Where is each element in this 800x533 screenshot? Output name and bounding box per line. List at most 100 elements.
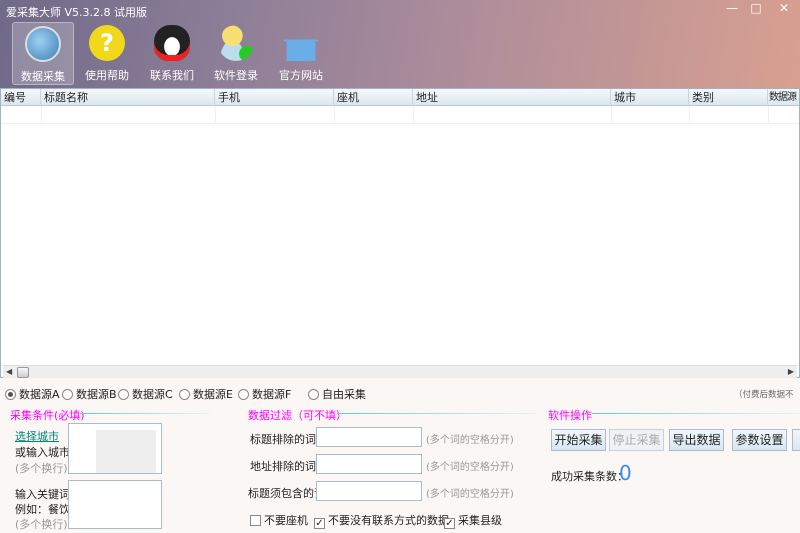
no-landline-checkbox[interactable]: 不要座机 [250, 512, 308, 528]
title-exclude-hint: (多个词的空格分开) [426, 435, 514, 446]
keyword-label: 输入关键词 [15, 488, 70, 501]
scroll-right-icon[interactable]: ▶ [788, 367, 794, 376]
select-city-link[interactable]: 选择城市 [15, 428, 59, 444]
radio-label: 自由采集 [322, 388, 366, 401]
toolbar-label: 联系我们 [150, 69, 194, 82]
toolbar-label: 数据采集 [21, 70, 65, 83]
keyword-example: 例如：餐饮 [15, 503, 70, 516]
col-mobile[interactable]: 手机 [215, 89, 334, 106]
divider [80, 413, 210, 414]
col-phone[interactable]: 座机 [334, 89, 413, 106]
col-id[interactable]: 编号 [1, 89, 41, 106]
keyword-input[interactable] [68, 480, 162, 529]
start-button[interactable]: 开始采集 [551, 429, 606, 451]
checkmark-icon: ✓ [444, 518, 455, 529]
radio-icon [308, 389, 319, 400]
col-source[interactable]: 数据源 [768, 89, 799, 106]
radio-icon [238, 389, 249, 400]
horizontal-scrollbar[interactable]: ◀ ▶ [3, 365, 797, 378]
window-title: 爱采集大师 V5.3.2.8 试用版 [6, 6, 148, 19]
toolbar-label: 软件登录 [214, 69, 258, 82]
divider [337, 413, 537, 414]
radio-icon [5, 389, 16, 400]
scroll-thumb[interactable] [17, 367, 29, 378]
radio-icon [179, 389, 190, 400]
checkbox-label: 采集县级 [458, 514, 502, 527]
stop-button[interactable]: 停止采集 [609, 429, 664, 451]
cell-divider [413, 106, 414, 124]
cell-divider [334, 106, 335, 124]
toolbar-data-collect[interactable]: 数据采集 [12, 22, 74, 85]
cell-divider [768, 106, 769, 124]
checkbox-label: 不要没有联系方式的数据 [328, 514, 449, 527]
source-f-radio[interactable]: 数据源F [238, 386, 291, 402]
toolbar-website[interactable]: 官方网站 [270, 22, 332, 85]
cell-divider [689, 106, 690, 124]
success-label: 成功采集条数： [551, 470, 628, 483]
header: 爱采集大师 V5.3.2.8 试用版 — □ ✕ 数据采集 ? 使用帮助 联系我… [0, 0, 800, 88]
title-include-label: 标题须包含的词 [248, 487, 325, 500]
toolbar-help[interactable]: ? 使用帮助 [76, 22, 138, 85]
conditions-title: 采集条件(必填) [10, 409, 85, 422]
cell-divider [215, 106, 216, 124]
col-title[interactable]: 标题名称 [41, 89, 215, 106]
toolbar-label: 使用帮助 [85, 69, 129, 82]
home-icon [283, 25, 319, 61]
settings-button[interactable]: 参数设置 [732, 429, 787, 451]
col-address[interactable]: 地址 [413, 89, 611, 106]
source-b-radio[interactable]: 数据源B [62, 386, 117, 402]
globe-icon [25, 26, 61, 62]
success-count: 0 [619, 461, 632, 485]
address-exclude-input[interactable] [316, 454, 422, 474]
help-icon: ? [89, 25, 125, 61]
source-e-radio[interactable]: 数据源E [179, 386, 233, 402]
no-contact-checkbox[interactable]: ✓ 不要没有联系方式的数据 [314, 512, 449, 529]
or-input-city-label: 或输入城市 [15, 446, 70, 459]
toolbar-label: 官方网站 [279, 69, 323, 82]
title-exclude-input[interactable] [316, 427, 422, 447]
results-table[interactable]: 编号 标题名称 手机 座机 地址 城市 类别 数据源 ◀ ▶ [0, 88, 800, 378]
multi-line-hint: (多个换行) [15, 462, 68, 475]
export-button[interactable]: 导出数据 [669, 429, 724, 451]
checkbox-label: 不要座机 [264, 514, 308, 527]
radio-label: 数据源C [132, 388, 173, 401]
radio-label: 数据源A [19, 388, 60, 401]
source-c-radio[interactable]: 数据源C [118, 386, 173, 402]
scroll-left-icon[interactable]: ◀ [6, 367, 12, 376]
checkmark-icon: ✓ [314, 518, 325, 529]
user-login-icon [218, 25, 254, 61]
operations-title: 软件操作 [548, 409, 592, 422]
more-button[interactable] [792, 429, 800, 451]
minimize-button[interactable]: — [720, 0, 744, 16]
address-exclude-hint: (多个词的空格分开) [426, 462, 514, 473]
table-row[interactable] [1, 106, 799, 124]
title-include-hint: (多个词的空格分开) [426, 489, 514, 500]
radio-label: 数据源B [76, 388, 117, 401]
col-category[interactable]: 类别 [689, 89, 768, 106]
col-city[interactable]: 城市 [611, 89, 689, 106]
paid-note: （付费后数据不 [734, 390, 794, 400]
multi-line-hint: (多个换行) [15, 518, 68, 531]
divider [592, 413, 800, 414]
cell-divider [41, 106, 42, 124]
radio-label: 数据源E [193, 388, 233, 401]
cell-divider [611, 106, 612, 124]
city-list [96, 430, 156, 473]
address-exclude-label: 地址排除的词 [250, 460, 316, 473]
city-input[interactable] [68, 423, 162, 474]
free-collect-radio[interactable]: 自由采集 [308, 386, 366, 402]
close-button[interactable]: ✕ [772, 0, 796, 16]
radio-label: 数据源F [252, 388, 292, 401]
title-include-input[interactable] [316, 481, 422, 501]
toolbar-contact[interactable]: 联系我们 [141, 22, 203, 85]
radio-icon [62, 389, 73, 400]
radio-icon [118, 389, 129, 400]
checkbox-icon [250, 515, 261, 526]
maximize-button[interactable]: □ [744, 0, 768, 16]
source-a-radio[interactable]: 数据源A [5, 386, 60, 402]
table-header: 编号 标题名称 手机 座机 地址 城市 类别 数据源 [1, 89, 799, 106]
toolbar-login[interactable]: 软件登录 [205, 22, 267, 85]
filter-title: 数据过滤（可不填） [248, 409, 347, 422]
qq-penguin-icon [154, 25, 190, 61]
county-checkbox[interactable]: ✓ 采集县级 [444, 512, 502, 529]
